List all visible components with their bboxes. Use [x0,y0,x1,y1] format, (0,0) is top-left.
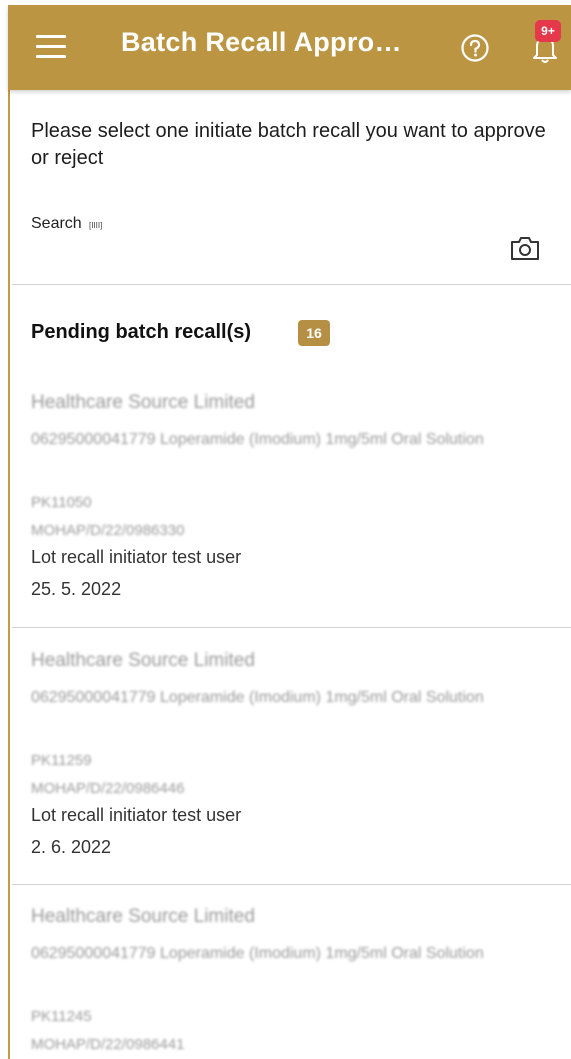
divider [12,284,571,285]
barcode-icon[interactable]: [IIII] [89,221,102,230]
recall-company: Healthcare Source Limited [31,392,255,413]
app-bar: Batch Recall Appro… 9+ [8,5,571,90]
section-title: Pending batch recall(s) [31,321,252,343]
divider [12,884,571,885]
pending-count-badge: 16 [298,320,330,346]
recall-date: 25. 5. 2022 [31,579,122,599]
page-title: Batch Recall Appro… [121,27,402,57]
recall-reference: MOHAP/D/22/0986441 [31,1036,185,1053]
recall-product: 06295000041779 Loperamide (Imodium) 1mg/… [31,431,484,448]
recall-card[interactable]: Healthcare Source Limited 06295000041779… [12,906,571,1059]
recall-card[interactable]: Healthcare Source Limited 06295000041779… [12,650,571,880]
menu-icon[interactable] [36,35,66,59]
notification-badge: 9+ [535,20,561,42]
recall-product: 06295000041779 Loperamide (Imodium) 1mg/… [31,945,484,962]
recall-company: Healthcare Source Limited [31,906,255,927]
recall-reference: MOHAP/D/22/0986446 [31,780,185,797]
instruction-text: Please select one initiate batch recall … [31,120,546,169]
recall-date: 2. 6. 2022 [31,837,112,857]
recall-company: Healthcare Source Limited [31,650,255,671]
recall-lot: PK11259 [31,752,92,769]
screen: Batch Recall Appro… 9+ Please select one… [0,0,571,1059]
recall-card[interactable]: Healthcare Source Limited 06295000041779… [12,392,571,622]
recall-initiator: Lot recall initiator test user [31,547,242,567]
camera-icon[interactable] [509,236,541,262]
help-icon[interactable] [460,33,490,63]
divider [12,627,571,628]
recall-product: 06295000041779 Loperamide (Imodium) 1mg/… [31,689,484,706]
recall-lot: PK11050 [31,494,92,511]
recall-lot: PK11245 [31,1008,92,1025]
recall-reference: MOHAP/D/22/0986330 [31,522,185,539]
main-content: Please select one initiate batch recall … [12,90,571,1059]
recall-initiator: Lot recall initiator test user [31,805,242,825]
search-label: Search [31,215,82,232]
left-edge-rule [8,90,10,1059]
